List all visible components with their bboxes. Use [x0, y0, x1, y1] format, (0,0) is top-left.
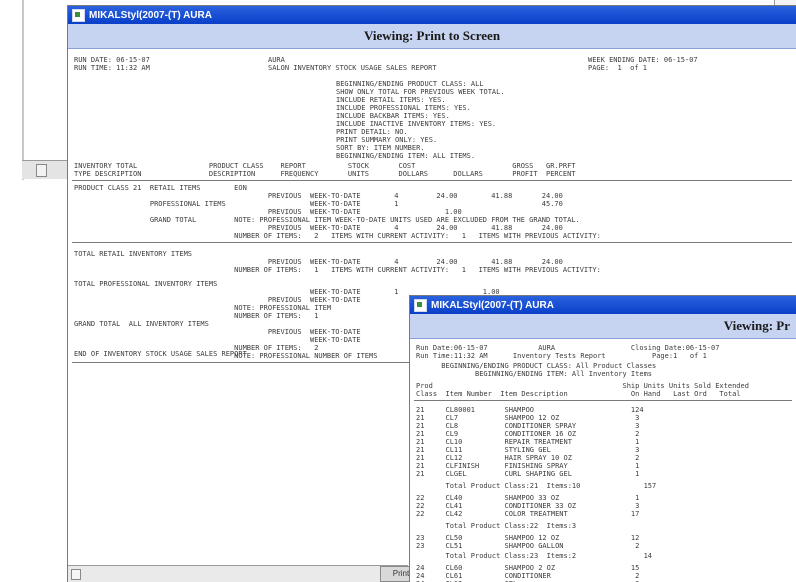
item-rows-class-22: 22 CL40 SHAMPOO 33 OZ 1 22 CL41 CONDITIO… — [416, 494, 640, 518]
viewing-header: Viewing: Pr — [410, 314, 796, 339]
divider — [72, 180, 792, 181]
title-bar[interactable]: MIKALStyl(2007-(T) AURA — [410, 296, 796, 314]
report-header-right: WEEK ENDING DATE: 06-15-07 PAGE: 1 of 1 — [588, 56, 698, 72]
column-headers: INVENTORY TOTAL PRODUCT CLASS REPORT STO… — [74, 162, 576, 178]
report-header: Run Date:06-15-07 AURA Closing Date:06-1… — [416, 344, 720, 360]
divider — [72, 242, 792, 243]
item-rows-class-23: 23 CL50 SHAMPOO 12 OZ 12 23 CL51 SHAMPOO… — [416, 534, 640, 550]
app-icon — [414, 298, 427, 312]
title-bar[interactable]: MIKALStyl(2007-(T) AURA — [68, 6, 796, 24]
viewing-header: Viewing: Print to Screen — [68, 24, 796, 49]
background-window-edge — [22, 0, 24, 180]
scroll-left-arrow-icon[interactable] — [36, 164, 47, 177]
divider — [414, 400, 792, 401]
column-headers: Prod Ship Units Units Sold Extended Clas… — [416, 382, 749, 398]
scroll-left-arrow-icon[interactable] — [71, 569, 81, 580]
subtotal-class-23: Total Product Class:23 Items:2 14 — [416, 552, 653, 560]
horizontal-scrollbar[interactable] — [68, 565, 408, 582]
item-rows-class-21: 21 CL80001 SHAMPOO 124 21 CL7 SHAMPOO 12… — [416, 406, 644, 478]
report-criteria: BEGINNING/ENDING PRODUCT CLASS: ALL SHOW… — [336, 80, 505, 160]
item-rows-class-24: 24 CL60 SHAMPOO 2 OZ 15 24 CL61 CONDITIO… — [416, 564, 640, 582]
product-class-block: PRODUCT CLASS 21 RETAIL ITEMS EON PREVIO… — [74, 184, 601, 240]
report-criteria: BEGINNING/ENDING PRODUCT CLASS: All Prod… — [441, 362, 657, 378]
subtotal-class-21: Total Product Class:21 Items:10 157 — [416, 482, 657, 490]
total-retail-block: TOTAL RETAIL INVENTORY ITEMS PREVIOUS WE… — [74, 250, 601, 274]
subtotal-class-22: Total Product Class:22 Items:3 — [416, 522, 577, 530]
window-title: MIKALStyl(2007-(T) AURA — [89, 9, 212, 21]
report-window-secondary: MIKALStyl(2007-(T) AURA Viewing: Pr Run … — [410, 296, 796, 582]
app-icon — [72, 8, 85, 22]
window-title: MIKALStyl(2007-(T) AURA — [431, 299, 554, 311]
